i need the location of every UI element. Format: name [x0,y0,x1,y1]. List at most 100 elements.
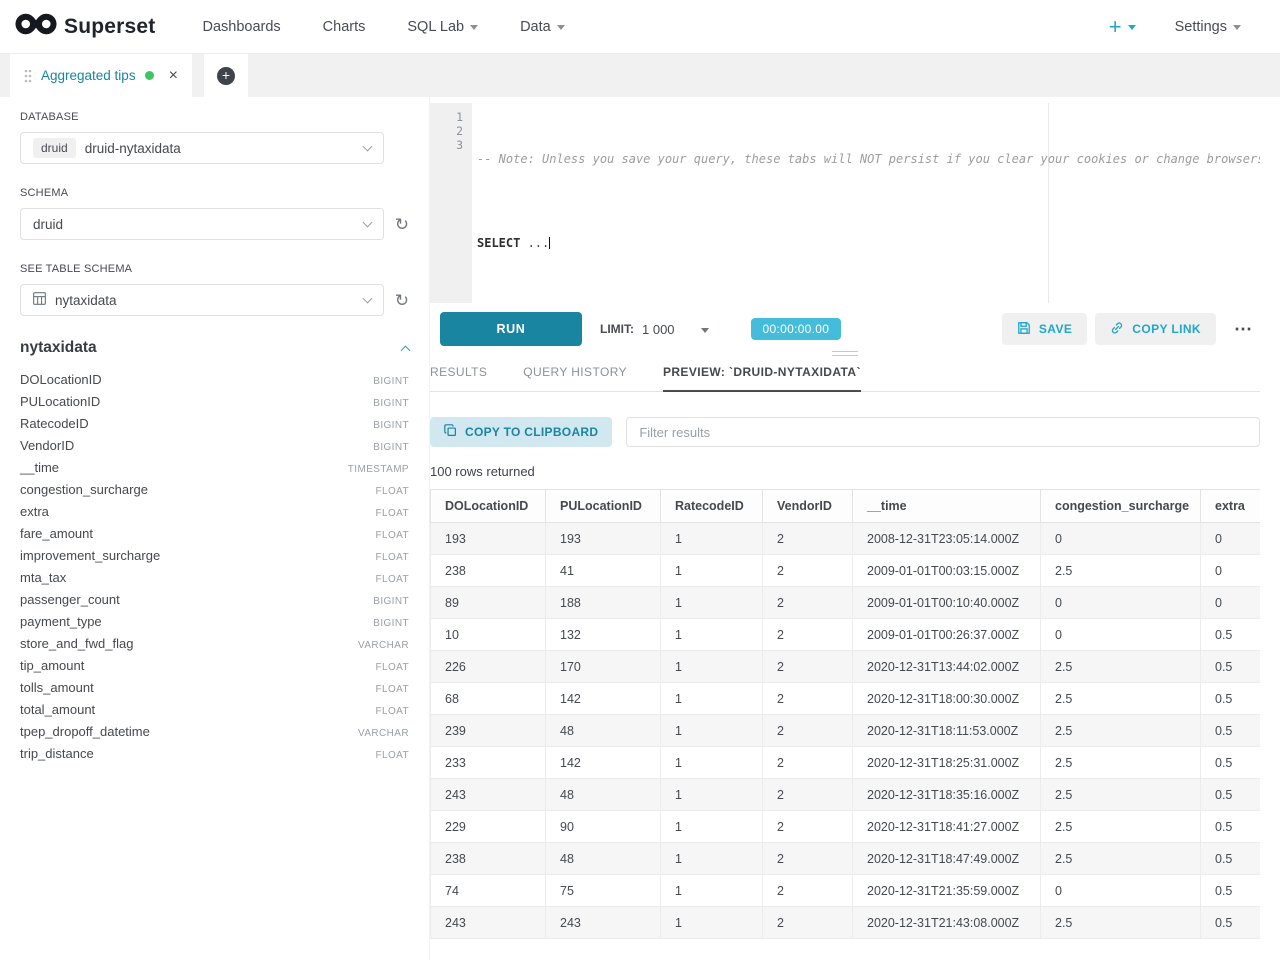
editor-code-area[interactable]: -- Note: Unless you save your query, the… [472,103,1260,303]
column-name: __time [20,460,59,475]
column-header[interactable]: __time [853,490,1041,523]
table-cell: 2 [763,779,853,811]
column-header[interactable]: congestion_surcharge [1041,490,1201,523]
table-cell: 48 [546,843,661,875]
column-name: RatecodeID [20,416,89,431]
table-cell: 1 [661,651,763,683]
table-row: 193193122008-12-31T23:05:14.000Z00 [431,523,1261,555]
column-type: FLOAT [376,486,409,497]
copy-link-button[interactable]: COPY LINK [1095,313,1216,345]
column-item: DOLocationIDBIGINT [20,372,409,394]
add-tab-button[interactable]: + [204,54,248,97]
tab-preview[interactable]: PREVIEW: `DRUID-NYTAXIDATA` [663,365,861,392]
table-cell: 2.5 [1041,843,1201,875]
filter-results-input[interactable] [626,417,1260,447]
table-cell: 2008-12-31T23:05:14.000Z [853,523,1041,555]
column-item: tpep_dropoff_datetimeVARCHAR [20,724,409,746]
column-name: mta_tax [20,570,66,585]
column-header[interactable]: VendorID [763,490,853,523]
copy-to-clipboard-button[interactable]: COPY TO CLIPBOARD [430,417,612,447]
table-cell: 2 [763,587,853,619]
table-cell: 2.5 [1041,555,1201,587]
nav-charts[interactable]: Charts [302,19,387,35]
more-options-button[interactable]: ⋯ [1224,319,1260,340]
nav-dashboards[interactable]: Dashboards [181,19,301,35]
table-row: 89188122009-01-01T00:10:40.000Z00 [431,587,1261,619]
nav-sql-lab[interactable]: SQL Lab [386,19,499,35]
column-item: total_amountFLOAT [20,702,409,724]
column-type: FLOAT [376,530,409,541]
run-button[interactable]: RUN [440,312,582,346]
column-type: VARCHAR [358,640,409,651]
line-number: 2 [430,124,463,138]
table-cell: 2 [763,715,853,747]
table-cell: 2020-12-31T13:44:02.000Z [853,651,1041,683]
column-header[interactable]: DOLocationID [431,490,546,523]
table-cell: 239 [431,715,546,747]
table-cell: 2009-01-01T00:26:37.000Z [853,619,1041,651]
table-cell: 2020-12-31T18:00:30.000Z [853,683,1041,715]
drag-handle-icon[interactable] [24,69,32,83]
results-table: DOLocationIDPULocationIDRatecodeIDVendor… [430,489,1260,939]
table-select[interactable]: nytaxidata [20,284,384,316]
sql-tab-strip: Aggregated tips × + [0,54,1280,97]
nav-sql-lab-label: SQL Lab [407,19,464,35]
schema-columns: DOLocationIDBIGINTPULocationIDBIGINTRate… [20,372,409,768]
table-name-heading: nytaxidata [20,339,97,357]
column-type: TIMESTAMP [348,464,409,475]
tab-status-dot [145,71,154,80]
table-cell: 2.5 [1041,683,1201,715]
refresh-table-icon[interactable]: ↻ [395,292,409,309]
column-type: BIGINT [373,618,409,629]
save-icon [1017,321,1031,338]
table-cell: 1 [661,907,763,939]
table-row: 24348122020-12-31T18:35:16.000Z2.50.5 [431,779,1261,811]
column-name: fare_amount [20,526,93,541]
superset-logo-link[interactable]: Superset [14,10,155,43]
pane-resize-handle[interactable] [430,346,1260,360]
column-name: store_and_fwd_flag [20,636,133,651]
results-toolbar: COPY TO CLIPBOARD [430,417,1260,447]
column-item: fare_amount FLOAT [20,526,409,548]
table-cell: 2 [763,843,853,875]
table-cell: 2 [763,523,853,555]
line-number: 1 [430,110,463,124]
query-tab-aggregated-tips[interactable]: Aggregated tips × [10,54,192,97]
query-tab-label: Aggregated tips [41,68,136,83]
sql-editor[interactable]: 1 2 3 -- Note: Unless you save your quer… [430,103,1260,303]
table-cell: 1 [661,587,763,619]
column-item: tolls_amountFLOAT [20,680,409,702]
database-select[interactable]: druid druid-nytaxidata [20,132,384,164]
column-header[interactable]: PULocationID [546,490,661,523]
column-header[interactable]: RatecodeID [661,490,763,523]
editor-gutter: 1 2 3 [430,103,472,303]
nav-charts-label: Charts [323,19,366,35]
close-tab-icon[interactable]: × [169,68,178,84]
limit-dropdown[interactable]: LIMIT: 1 000 [600,322,709,337]
settings-menu[interactable]: Settings [1154,19,1262,35]
column-name: total_amount [20,702,95,717]
table-cell: 243 [431,907,546,939]
refresh-schema-icon[interactable]: ↻ [395,216,409,233]
collapse-table-icon[interactable] [401,345,411,355]
table-cell: 2.5 [1041,907,1201,939]
table-cell: 74 [431,875,546,907]
column-type: BIGINT [373,376,409,387]
brand-name: Superset [64,15,155,39]
table-cell: 243 [546,907,661,939]
new-item-button[interactable]: + [1101,16,1144,38]
table-cell: 1 [661,715,763,747]
column-type: FLOAT [376,662,409,673]
link-icon [1110,321,1124,338]
save-button[interactable]: SAVE [1002,313,1087,345]
schema-select[interactable]: druid [20,208,384,240]
table-row: 233142122020-12-31T18:25:31.000Z2.50.5 [431,747,1261,779]
nav-data[interactable]: Data [499,19,586,35]
column-header[interactable]: extra [1201,490,1261,523]
column-name: tolls_amount [20,680,94,695]
table-cell: 2.5 [1041,811,1201,843]
tab-results[interactable]: RESULTS [430,365,487,391]
table-cell: 238 [431,843,546,875]
tab-query-history[interactable]: QUERY HISTORY [523,365,627,391]
table-cell: 0 [1201,587,1261,619]
